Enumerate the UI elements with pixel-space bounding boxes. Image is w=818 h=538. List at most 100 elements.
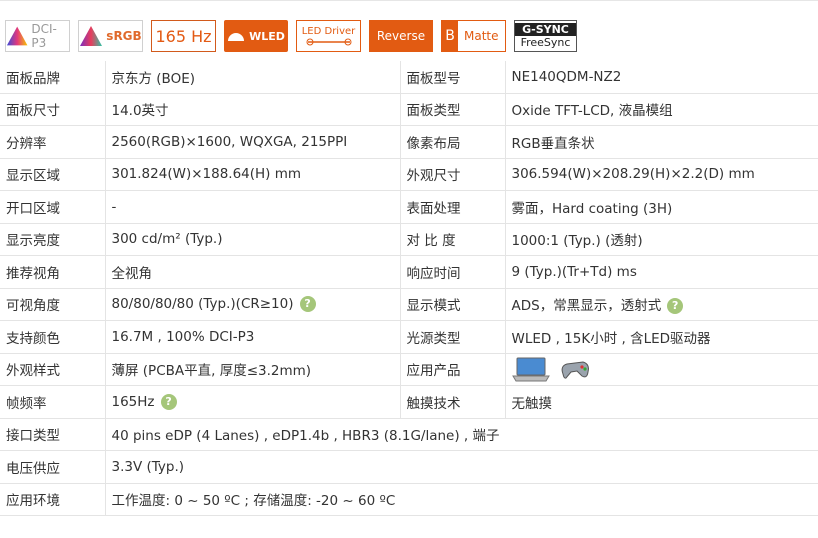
spec-value: 京东方 (BOE) xyxy=(105,61,401,94)
spec-label-text: 对 比 度 xyxy=(406,233,456,250)
spec-value-text: 雾面，Hard coating (3H) xyxy=(511,200,673,217)
spec-table: 面板品牌 京东方 (BOE) 面板型号 NE140QDM-NZ2 面板尺寸 14.0英寸 面… xyxy=(0,61,818,516)
spec-value: 无触摸 xyxy=(505,385,818,419)
spec-value-text: 工作温度: 0 ~ 50 ºC ; 存储温度: -20 ~ 60 ºC xyxy=(111,493,396,510)
spec-value: 301.824(W)×188.64(H) mm xyxy=(105,158,401,191)
spec-row: 推荐视角 全视角 响应时间 9 (Typ.)(Tr+Td) ms xyxy=(0,255,818,289)
spec-value-text: WLED , 15K小时 , 含LED驱动器 xyxy=(511,330,711,347)
help-icon[interactable]: ? xyxy=(299,296,316,313)
spec-value: 40 pins eDP (4 Lanes) , eDP1.4b , HBR3 (… xyxy=(105,418,818,451)
spec-label: 外观样式 xyxy=(0,353,106,386)
spec-row: 支持颜色 16.7M , 100% DCI-P3 光源类型 WLED , 15K小时 … xyxy=(0,320,818,354)
spec-value: 16.7M , 100% DCI-P3 xyxy=(105,320,401,354)
spec-label-text: 显示亮度 xyxy=(6,233,60,250)
spec-value: 165Hz? xyxy=(105,385,401,419)
spec-value-text: 薄屏 (PCBA平直, 厚度≤3.2mm) xyxy=(111,363,312,380)
spec-value: Oxide TFT-LCD, 液晶模组 xyxy=(505,93,818,126)
spec-value: NE140QDM-NZ2 xyxy=(505,61,818,94)
spec-label-text: 应用环境 xyxy=(6,493,60,510)
refresh-rate-badge: 165 Hz xyxy=(151,20,216,52)
spec-label-text: 面板型号 xyxy=(406,70,461,87)
spec-value: 14.0英寸 xyxy=(105,93,401,126)
spec-value: 306.594(W)×208.29(H)×2.2(D) mm xyxy=(505,158,818,191)
spec-label: 面板品牌 xyxy=(0,61,106,94)
spec-label: 外观尺寸 xyxy=(400,158,506,191)
help-icon[interactable]: ? xyxy=(160,393,177,410)
spec-row: 分辨率 2560(RGB)×1600, WQXGA, 215PPI 像素布局 RGB垂… xyxy=(0,125,818,159)
gsync-label: G-SYNC xyxy=(515,23,576,36)
spec-value: 薄屏 (PCBA平直, 厚度≤3.2mm) xyxy=(105,353,401,386)
spec-label-text: 电压供应 xyxy=(6,460,60,477)
spec-label-text: 帧频率 xyxy=(6,395,47,412)
spec-value: RGB垂直条状 xyxy=(505,125,818,159)
spec-label: 应用产品 xyxy=(400,353,506,386)
reverse-label: Reverse xyxy=(376,29,426,43)
spec-value-text: 300 cd/m² (Typ.) xyxy=(111,231,223,248)
spec-label: 开口区域 xyxy=(0,190,106,224)
spec-value-text: ADS，常黑显示，透射式 xyxy=(511,298,662,315)
spec-value-text: NE140QDM-NZ2 xyxy=(511,68,622,85)
spec-label: 电压供应 xyxy=(0,450,106,484)
spec-label: 可视角度 xyxy=(0,288,106,321)
reverse-badge: Reverse xyxy=(369,20,433,52)
spec-value: 2560(RGB)×1600, WQXGA, 215PPI xyxy=(105,125,401,159)
spec-row: 显示亮度 300 cd/m² (Typ.) 对 比 度 1000:1 (Typ.) (… xyxy=(0,223,818,256)
spec-row: 应用环境 工作温度: 0 ~ 50 ºC ; 存储温度: -20 ~ 60 ºC xyxy=(0,483,818,516)
spec-row: 可视角度 80/80/80/80 (Typ.)(CR≥10)? 显示模式 ADS，常黑… xyxy=(0,288,818,321)
spec-label: 表面处理 xyxy=(400,190,506,224)
spec-label-text: 分辨率 xyxy=(6,135,47,152)
spec-label: 支持颜色 xyxy=(0,320,106,354)
freesync-label: FreeSync xyxy=(520,36,571,49)
spec-row: 帧频率 165Hz? 触摸技术 无触摸 xyxy=(0,385,818,419)
spec-value-text: 1000:1 (Typ.) (透射) xyxy=(511,233,643,250)
spec-label-text: 应用产品 xyxy=(406,363,461,380)
spec-label-text: 响应时间 xyxy=(406,265,461,282)
spec-row: 面板尺寸 14.0英寸 面板类型 Oxide TFT-LCD, 液晶模组 xyxy=(0,93,818,126)
spec-label-text: 触摸技术 xyxy=(406,395,461,412)
spec-value-text: 14.0英寸 xyxy=(111,103,169,120)
srgb-label: sRGB xyxy=(106,29,142,43)
spec-label: 推荐视角 xyxy=(0,255,106,289)
spec-label: 显示区域 xyxy=(0,158,106,191)
spec-label-text: 面板尺寸 xyxy=(6,103,60,120)
spec-label-text: 外观尺寸 xyxy=(406,168,461,185)
spec-label: 帧频率 xyxy=(0,385,106,419)
spec-label-text: 支持颜色 xyxy=(6,330,60,347)
spec-label: 接口类型 xyxy=(0,418,106,451)
spec-label-text: 像素布局 xyxy=(406,135,461,152)
color-gamut-icon xyxy=(6,26,28,46)
dci-p3-label: DCI-P3 xyxy=(31,22,57,50)
led-driver-badge: LED Driver xyxy=(296,20,361,52)
spec-label-text: 显示区域 xyxy=(6,168,60,185)
lamp-icon xyxy=(228,33,245,41)
wled-badge: WLED xyxy=(224,20,288,52)
spec-row: 电压供应 3.3V (Typ.) xyxy=(0,450,818,484)
wled-label: WLED xyxy=(249,29,285,43)
gsync-freesync-badge: G-SYNC FreeSync xyxy=(514,20,577,52)
spec-label-text: 面板品牌 xyxy=(6,70,60,87)
spec-row: 面板品牌 京东方 (BOE) 面板型号 NE140QDM-NZ2 xyxy=(0,61,818,94)
spec-label: 面板尺寸 xyxy=(0,93,106,126)
top-divider xyxy=(0,0,818,7)
gamepad-icon xyxy=(561,361,589,379)
spec-label: 触摸技术 xyxy=(400,385,506,419)
spec-value-text: 全视角 xyxy=(111,265,153,282)
spec-row: 开口区域 - 表面处理 雾面，Hard coating (3H) xyxy=(0,190,818,224)
application-icons xyxy=(511,356,813,382)
spec-value-text: 2560(RGB)×1600, WQXGA, 215PPI xyxy=(111,133,348,150)
spec-value: 工作温度: 0 ~ 50 ºC ; 存储温度: -20 ~ 60 ºC xyxy=(105,483,818,516)
spec-value-text: 9 (Typ.)(Tr+Td) ms xyxy=(511,263,637,280)
spec-value: 9 (Typ.)(Tr+Td) ms xyxy=(505,255,818,289)
spec-label: 应用环境 xyxy=(0,483,106,516)
srgb-badge: sRGB xyxy=(78,20,143,52)
circuit-icon xyxy=(306,38,351,45)
spec-label-text: 光源类型 xyxy=(406,330,461,347)
laptop-icon xyxy=(511,357,550,382)
help-icon[interactable]: ? xyxy=(667,298,684,315)
spec-value-text: RGB垂直条状 xyxy=(511,135,595,152)
spec-label: 分辨率 xyxy=(0,125,106,159)
spec-label-text: 显示模式 xyxy=(406,298,461,315)
spec-value-text: 165Hz xyxy=(111,393,155,410)
matte-label: Matte xyxy=(464,29,499,43)
spec-value-text: 40 pins eDP (4 Lanes) , eDP1.4b , HBR3 (… xyxy=(111,428,500,445)
